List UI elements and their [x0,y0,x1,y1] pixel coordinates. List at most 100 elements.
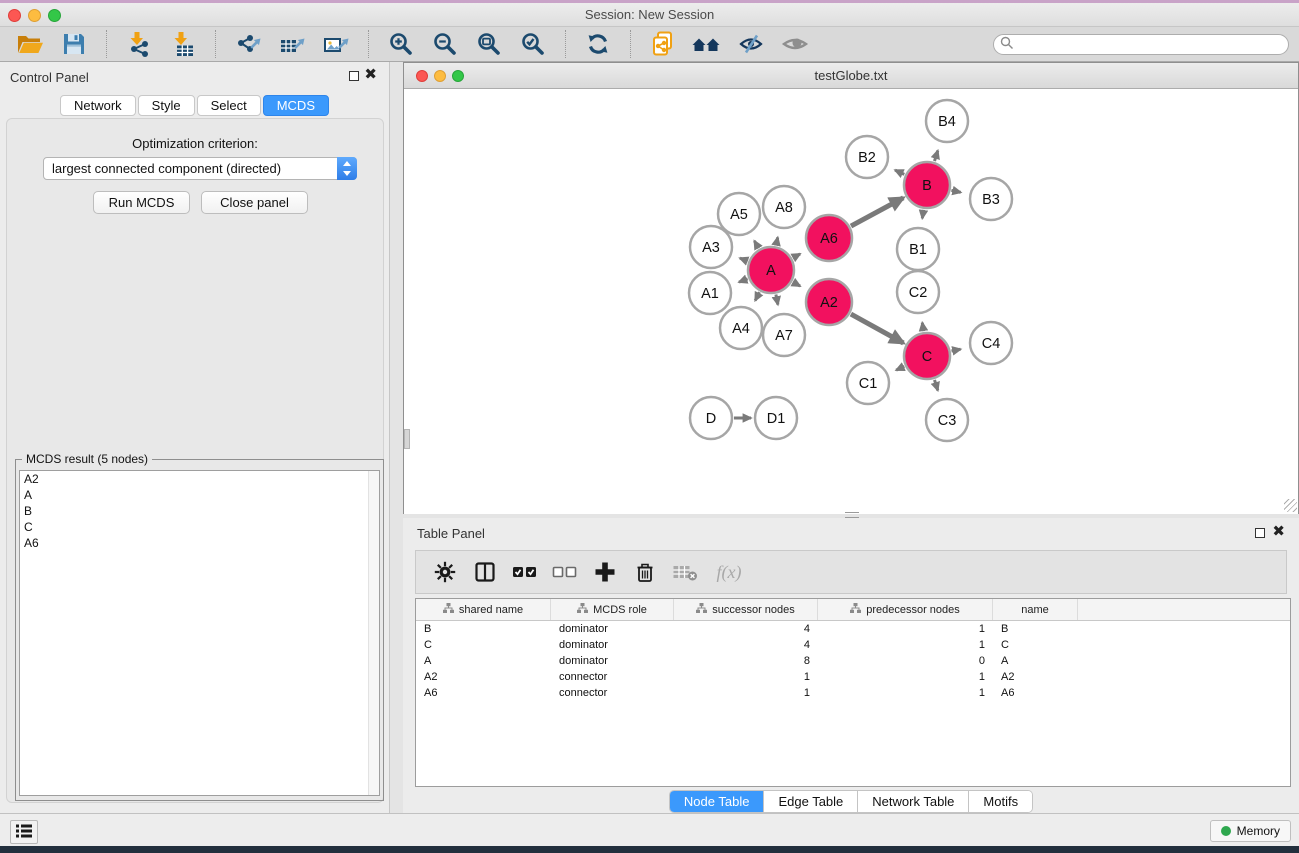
table-row[interactable]: Cdominator41C [416,637,1290,653]
zoom-fit-icon[interactable] [467,29,511,59]
edge-B-B4[interactable] [935,151,938,162]
tab-select[interactable]: Select [197,95,261,116]
float-panel-icon[interactable] [349,71,359,81]
column-header-predecessor-nodes[interactable]: predecessor nodes [818,599,993,620]
edge-A6-B[interactable] [851,198,903,226]
table-float-panel-icon[interactable] [1255,528,1265,538]
table-cell[interactable]: A2 [993,671,1078,683]
graph-node-A6[interactable]: A6 [806,215,852,261]
node-table[interactable]: shared nameMCDS rolesuccessor nodesprede… [415,598,1291,787]
show-graphics-icon[interactable] [773,29,817,59]
result-item[interactable]: A6 [20,535,379,551]
result-item[interactable]: A2 [20,471,379,487]
graph-node-B2[interactable]: B2 [846,136,888,178]
add-row-icon[interactable] [592,557,618,587]
gear-icon[interactable] [432,557,458,587]
task-history-button[interactable] [10,820,38,844]
search-input[interactable] [1018,36,1288,53]
edge-A-A4[interactable] [755,292,759,300]
tab-mcds[interactable]: MCDS [263,95,329,116]
graph-node-C1[interactable]: C1 [847,362,889,404]
deselect-all-icon[interactable] [552,557,578,587]
table-cell[interactable]: connector [551,687,674,699]
export-table-icon[interactable] [270,29,314,59]
graph-node-A4[interactable]: A4 [720,307,762,349]
network-graph[interactable]: AA1A2A3A4A5A6A7A8BB1B2B3B4CC1C2C3C4DD1 [404,90,1298,514]
edge-A-A5[interactable] [754,241,758,248]
refresh-icon[interactable] [576,29,620,59]
graph-node-A5[interactable]: A5 [718,193,760,235]
graph-node-A[interactable]: A [748,247,794,293]
table-cell[interactable]: 1 [674,687,818,699]
column-header-shared-name[interactable]: shared name [416,599,551,620]
graph-node-D1[interactable]: D1 [755,397,797,439]
zoom-out-icon[interactable] [423,29,467,59]
table-cell[interactable]: 1 [818,623,993,635]
table-row[interactable]: A2connector11A2 [416,669,1290,685]
tab-edge-table[interactable]: Edge Table [764,791,858,812]
memory-button[interactable]: Memory [1210,820,1291,842]
graph-node-C4[interactable]: C4 [970,322,1012,364]
table-cell[interactable]: A [416,655,551,667]
graph-node-A2[interactable]: A2 [806,279,852,325]
graph-node-C3[interactable]: C3 [926,399,968,441]
import-network-icon[interactable] [117,29,161,59]
run-mcds-button[interactable]: Run MCDS [93,191,190,214]
export-image-icon[interactable] [314,29,358,59]
edge-B-B1[interactable] [922,210,923,219]
table-cell[interactable]: 1 [818,687,993,699]
edge-A-A7[interactable] [776,295,778,305]
edge-B-B3[interactable] [951,190,960,192]
table-cell[interactable]: A6 [993,687,1078,699]
graph-node-D[interactable]: D [690,397,732,439]
table-cell[interactable]: C [416,639,551,651]
table-cell[interactable]: 4 [674,639,818,651]
table-cell[interactable]: A2 [416,671,551,683]
result-list-scrollbar[interactable] [368,471,379,795]
tab-motifs[interactable]: Motifs [969,791,1032,812]
graph-node-C[interactable]: C [904,333,950,379]
graph-node-A3[interactable]: A3 [690,226,732,268]
zoom-in-icon[interactable] [379,29,423,59]
table-cell[interactable]: 4 [674,623,818,635]
edge-A-A1[interactable] [739,279,748,282]
duplicate-network-icon[interactable] [641,29,685,59]
column-header-name[interactable]: name [993,599,1078,620]
table-row[interactable]: Bdominator41B [416,621,1290,637]
tab-network-table[interactable]: Network Table [858,791,969,812]
edge-A-A8[interactable] [776,237,778,245]
home-icon[interactable] [685,29,729,59]
result-item[interactable]: A [20,487,379,503]
table-cell[interactable]: dominator [551,639,674,651]
table-cell[interactable]: 8 [674,655,818,667]
table-cell[interactable]: 1 [818,671,993,683]
tab-style[interactable]: Style [138,95,195,116]
tab-node-table[interactable]: Node Table [670,791,765,812]
edge-B-B2[interactable] [895,170,904,174]
graph-node-C2[interactable]: C2 [897,271,939,313]
save-icon[interactable] [52,29,96,59]
table-row[interactable]: Adominator80A [416,653,1290,669]
network-canvas[interactable]: AA1A2A3A4A5A6A7A8BB1B2B3B4CC1C2C3C4DD1 [404,90,1298,514]
window-resize-grip[interactable] [1284,499,1297,512]
table-cell[interactable]: 1 [818,639,993,651]
graph-node-B3[interactable]: B3 [970,178,1012,220]
graph-node-A8[interactable]: A8 [763,186,805,228]
network-window-titlebar[interactable]: testGlobe.txt [404,63,1298,89]
table-cell[interactable]: 1 [674,671,818,683]
table-cell[interactable]: A6 [416,687,551,699]
table-close-panel-icon[interactable]: ✖ [1272,523,1285,541]
edge-C-C1[interactable] [896,366,904,370]
tab-network[interactable]: Network [60,95,136,116]
result-item[interactable]: B [20,503,379,519]
zoom-selected-icon[interactable] [511,29,555,59]
close-panel-icon[interactable]: ✖ [364,66,377,84]
graph-node-A1[interactable]: A1 [689,272,731,314]
table-cell[interactable]: connector [551,671,674,683]
graph-node-B4[interactable]: B4 [926,100,968,142]
table-cell[interactable]: A [993,655,1078,667]
canvas-scroll-indicator[interactable] [404,429,410,449]
import-table-icon[interactable] [161,29,205,59]
export-network-icon[interactable] [226,29,270,59]
table-cell[interactable]: dominator [551,623,674,635]
